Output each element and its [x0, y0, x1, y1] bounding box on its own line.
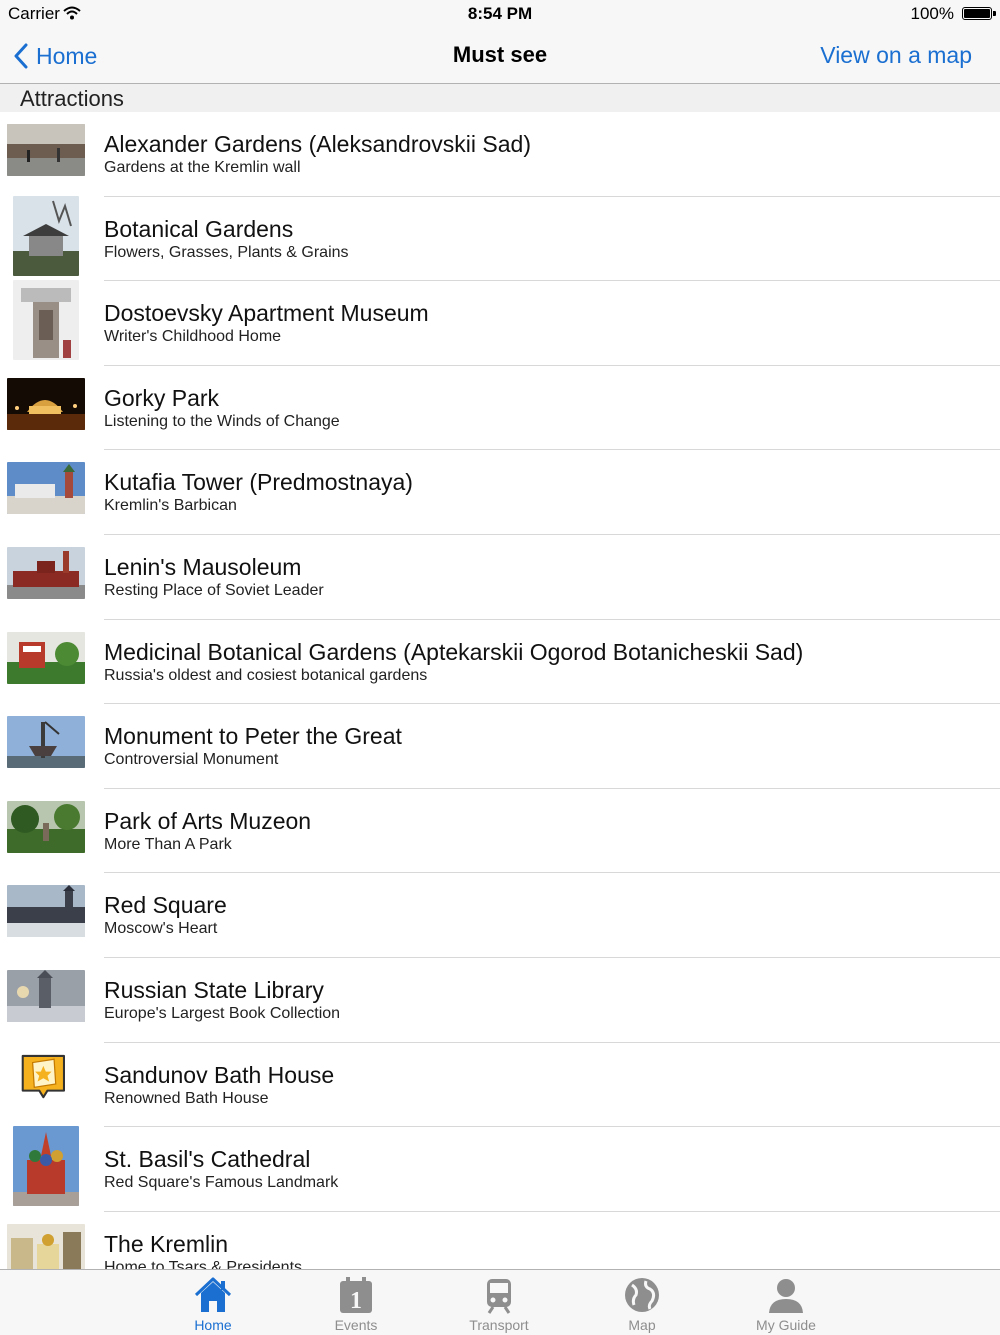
thumbnail-image: [7, 969, 85, 1022]
item-subtitle: Red Square's Famous Landmark: [104, 1174, 339, 1192]
item-title: Kutafia Tower (Predmostnaya): [104, 469, 413, 496]
item-subtitle: Gardens at the Kremlin wall: [104, 159, 301, 176]
item-subtitle: Home to Tsars & Presidents: [104, 1258, 303, 1269]
list-item[interactable]: Monument to Peter the Great Controversia…: [0, 704, 1000, 789]
attractions-list[interactable]: Alexander Gardens (Aleksandrovskii Sad) …: [0, 112, 1000, 1269]
list-item[interactable]: Park of Arts Muzeon More Than A Park: [0, 789, 1000, 874]
item-subtitle: More Than A Park: [104, 835, 232, 853]
item-subtitle: Writer's Childhood Home: [104, 328, 282, 346]
thumbnail-image: [7, 462, 85, 515]
tab-label: Events: [334, 1317, 378, 1333]
tab-transport[interactable]: Transport: [449, 1270, 549, 1335]
thumbnail-image: [7, 631, 85, 684]
list-item[interactable]: Botanical Gardens Flowers, Grasses, Plan…: [0, 195, 1000, 282]
placeholder-star-icon: [21, 1054, 66, 1098]
item-title: The Kremlin: [104, 1230, 228, 1257]
thumbnail-image: [7, 377, 85, 430]
thumbnail-image: [13, 1126, 79, 1207]
navigation-bar: Home Must see View on a map: [0, 28, 1000, 84]
view-on-map-button[interactable]: View on a map: [820, 42, 972, 69]
list-item[interactable]: Medicinal Botanical Gardens (Aptekarskii…: [0, 620, 1000, 705]
tab-home[interactable]: Home: [163, 1270, 263, 1335]
tab-label: Home: [194, 1317, 232, 1333]
thumbnail-image: [7, 124, 85, 176]
item-title: Sandunov Bath House: [104, 1061, 335, 1088]
item-subtitle: Flowers, Grasses, Plants & Grains: [104, 243, 349, 261]
list-item[interactable]: St. Basil's Cathedral Red Square's Famou…: [0, 1126, 1000, 1212]
thumbnail-image: [13, 280, 79, 361]
thumbnail-image: [7, 546, 85, 599]
tab-my-guide[interactable]: My Guide: [736, 1270, 836, 1335]
list-item[interactable]: Lenin's Mausoleum Resting Place of Sovie…: [0, 535, 1000, 620]
item-title: St. Basil's Cathedral: [104, 1146, 311, 1173]
item-subtitle: Kremlin's Barbican: [104, 497, 237, 515]
list-item[interactable]: The Kremlin Home to Tsars & Presidents: [0, 1212, 1000, 1269]
item-subtitle: Renowned Bath House: [104, 1089, 269, 1107]
item-title: Monument to Peter the Great: [104, 723, 402, 750]
item-subtitle: Moscow's Heart: [104, 920, 218, 938]
home-icon: [194, 1277, 232, 1312]
thumbnail-image: [7, 885, 85, 938]
list-item[interactable]: Kutafia Tower (Predmostnaya) Kremlin's B…: [0, 450, 1000, 535]
tab-map[interactable]: Map: [592, 1270, 692, 1335]
tab-events[interactable]: 1 Events: [306, 1270, 406, 1335]
tab-label: Transport: [469, 1317, 529, 1333]
calendar-icon: 1: [340, 1277, 372, 1314]
section-header-label: Attractions: [20, 86, 124, 111]
list-item[interactable]: Red Square Moscow's Heart: [0, 873, 1000, 958]
item-title: Russian State Library: [104, 976, 324, 1003]
person-icon: [769, 1279, 803, 1313]
tab-bar: Home 1 Events Transport Map My Guide: [0, 1269, 1000, 1335]
status-time: 8:54 PM: [467, 4, 533, 23]
list-item[interactable]: Alexander Gardens (Aleksandrovskii Sad) …: [0, 112, 1000, 197]
list-item[interactable]: Gorky Park Listening to the Winds of Cha…: [0, 366, 1000, 451]
item-title: Lenin's Mausoleum: [104, 553, 302, 580]
list-item[interactable]: Russian State Library Europe's Largest B…: [0, 958, 1000, 1043]
tab-label: Map: [628, 1317, 656, 1333]
item-subtitle: Listening to the Winds of Change: [104, 412, 340, 430]
item-subtitle: Russia's oldest and cosiest botanical ga…: [104, 666, 428, 684]
tab-label: My Guide: [756, 1317, 816, 1333]
thumbnail-image: [7, 1223, 85, 1269]
item-title: Gorky Park: [104, 384, 220, 411]
train-icon: [487, 1279, 511, 1314]
item-subtitle: Resting Place of Soviet Leader: [104, 581, 324, 599]
item-title: Park of Arts Muzeon: [104, 807, 312, 834]
item-subtitle: Controversial Monument: [104, 751, 279, 769]
item-title: Red Square: [104, 892, 227, 919]
list-item[interactable]: Dostoevsky Apartment Museum Writer's Chi…: [0, 280, 1000, 366]
svg-text:1: 1: [350, 1288, 362, 1314]
status-bar: Carrier 8:54 PM 100%: [0, 0, 1000, 28]
item-title: Medicinal Botanical Gardens (Aptekarskii…: [104, 638, 804, 665]
list-item[interactable]: Sandunov Bath House Renowned Bath House: [0, 1043, 1000, 1128]
thumbnail-image: [7, 716, 85, 769]
section-header: Attractions: [0, 84, 1000, 112]
globe-icon: [625, 1278, 659, 1312]
item-title: Botanical Gardens: [104, 215, 294, 242]
battery-icon: [962, 7, 996, 20]
item-title: Alexander Gardens (Aleksandrovskii Sad): [104, 131, 531, 157]
thumbnail-image: [13, 195, 79, 276]
battery-percent: 100%: [910, 4, 954, 23]
thumbnail-image: [7, 800, 85, 853]
item-subtitle: Europe's Largest Book Collection: [104, 1004, 341, 1022]
item-title: Dostoevsky Apartment Museum: [104, 300, 429, 327]
